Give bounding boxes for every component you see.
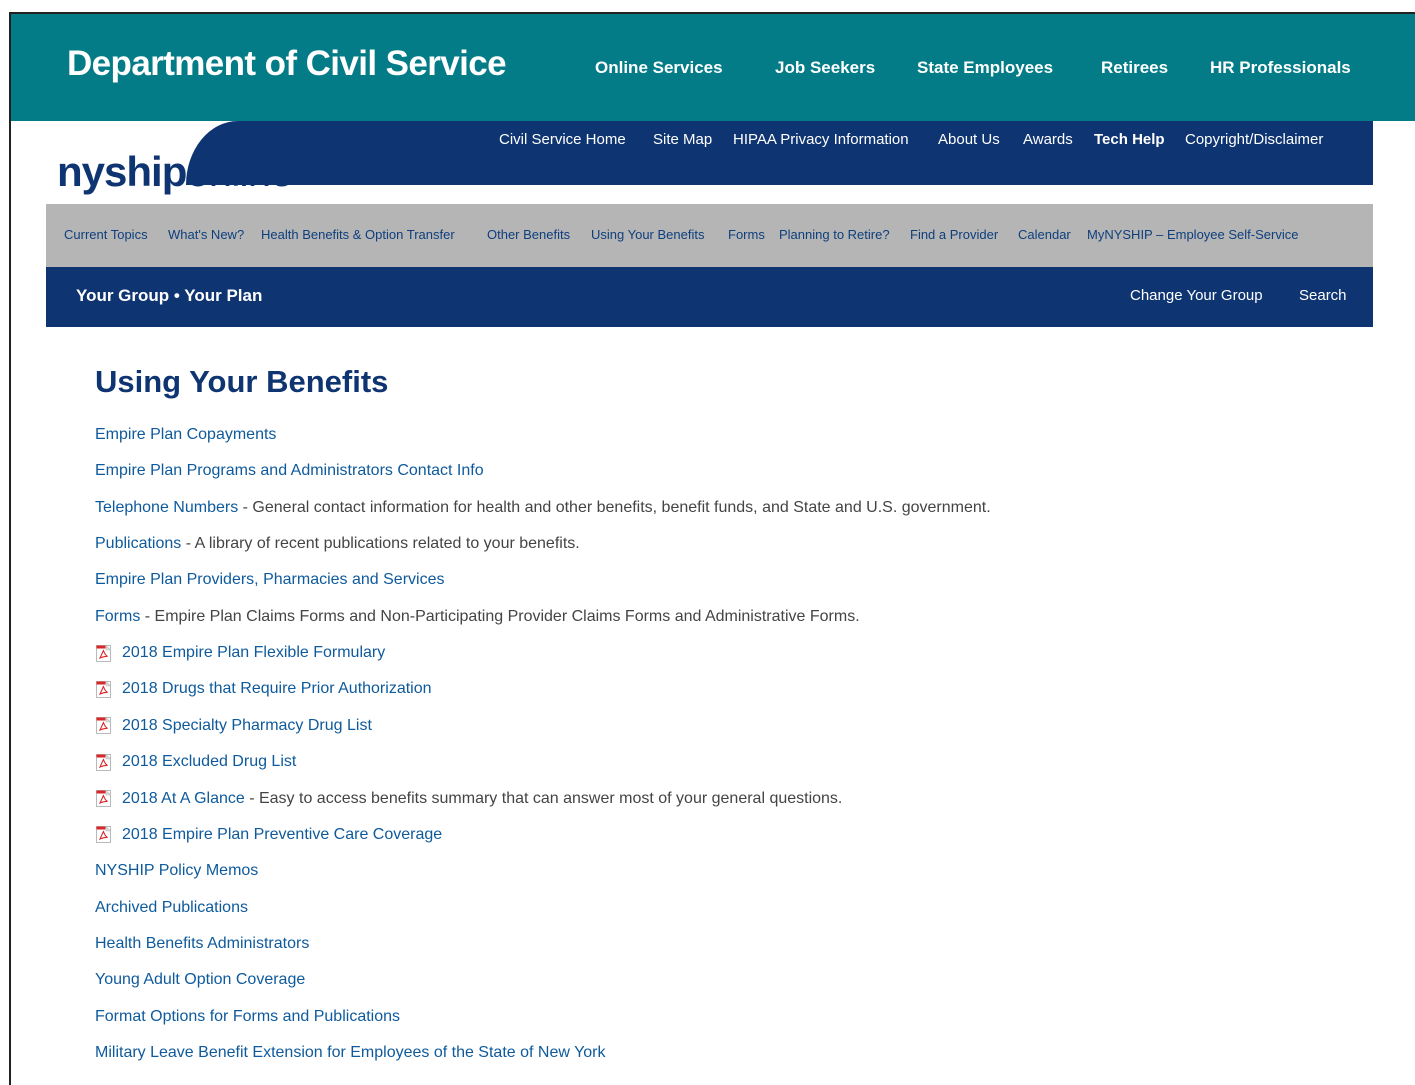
nav-retirees[interactable]: Retirees: [1101, 58, 1168, 78]
benefit-link[interactable]: 2018 Drugs that Require Prior Authorizat…: [122, 680, 432, 698]
list-item: 2018 Empire Plan Preventive Care Coverag…: [95, 826, 442, 844]
util-awards[interactable]: Awards: [1023, 131, 1073, 148]
subnav-health-benefits-option-transfer[interactable]: Health Benefits & Option Transfer: [261, 227, 455, 242]
benefit-link[interactable]: 2018 At A Glance: [122, 790, 245, 808]
nav-job-seekers[interactable]: Job Seekers: [775, 58, 875, 78]
list-item: Format Options for Forms and Publication…: [95, 1008, 400, 1026]
benefit-link[interactable]: 2018 Specialty Pharmacy Drug List: [122, 717, 372, 735]
top-header: Department of Civil Service Online Servi…: [11, 14, 1415, 121]
subnav-using-your-benefits[interactable]: Using Your Benefits: [591, 227, 704, 242]
list-item: Empire Plan Programs and Administrators …: [95, 462, 484, 480]
list-item: Telephone Numbers - General contact info…: [95, 499, 991, 517]
list-item: 2018 Specialty Pharmacy Drug List: [95, 717, 372, 735]
list-item: Publications - A library of recent publi…: [95, 535, 580, 553]
subnav-current-topics[interactable]: Current Topics: [64, 227, 148, 242]
link-description: - Easy to access benefits summary that c…: [244, 789, 843, 807]
change-group-link[interactable]: Change Your Group: [1130, 287, 1263, 304]
benefit-link[interactable]: 2018 Empire Plan Flexible Formulary: [122, 644, 385, 662]
pdf-file-icon: [95, 680, 112, 698]
subnav-other-benefits[interactable]: Other Benefits: [487, 227, 570, 242]
benefit-link[interactable]: Military Leave Benefit Extension for Emp…: [95, 1044, 606, 1062]
list-item: Forms - Empire Plan Claims Forms and Non…: [95, 608, 860, 626]
logo-part-online: online: [186, 148, 293, 195]
benefit-link[interactable]: Empire Plan Programs and Administrators …: [95, 462, 484, 480]
list-item: 2018 Empire Plan Flexible Formulary: [95, 644, 385, 662]
benefit-link[interactable]: 2018 Empire Plan Preventive Care Coverag…: [122, 826, 442, 844]
subnav-find-a-provider[interactable]: Find a Provider: [910, 227, 998, 242]
util-civil-service-home[interactable]: Civil Service Home: [499, 131, 626, 148]
util-site-map[interactable]: Site Map: [653, 131, 712, 148]
pdf-file-icon: [95, 644, 112, 662]
list-item: Health Benefits Administrators: [95, 935, 309, 953]
benefit-link[interactable]: Publications: [95, 535, 181, 553]
nav-state-employees[interactable]: State Employees: [917, 58, 1053, 78]
subnav-whats-new[interactable]: What's New?: [168, 227, 244, 242]
link-description: - A library of recent publications relat…: [181, 535, 580, 553]
secondary-nav: Current Topics What's New? Health Benefi…: [46, 204, 1373, 267]
department-title[interactable]: Department of Civil Service: [67, 44, 507, 84]
benefit-link[interactable]: Format Options for Forms and Publication…: [95, 1008, 400, 1026]
nav-hr-professionals[interactable]: HR Professionals: [1210, 58, 1351, 78]
list-item: 2018 Drugs that Require Prior Authorizat…: [95, 680, 432, 698]
benefit-link[interactable]: 2018 Excluded Drug List: [122, 753, 296, 771]
group-plan-label: Your Group • Your Plan: [76, 286, 263, 305]
pdf-file-icon: [95, 790, 112, 807]
list-item: Young Adult Option Coverage: [95, 971, 305, 989]
util-copyright-disclaimer[interactable]: Copyright/Disclaimer: [1185, 131, 1323, 148]
browser-page: Department of Civil Service Online Servi…: [9, 12, 1415, 1085]
pdf-file-icon: [95, 717, 112, 735]
subnav-forms[interactable]: Forms: [728, 227, 765, 242]
benefit-link[interactable]: Archived Publications: [95, 899, 248, 917]
logo-part-nyship: nyship: [57, 148, 187, 195]
subnav-calendar[interactable]: Calendar: [1018, 227, 1071, 242]
nav-online-services[interactable]: Online Services: [595, 58, 723, 78]
benefit-link[interactable]: NYSHIP Policy Memos: [95, 862, 258, 880]
subnav-mynyship-self-service[interactable]: MyNYSHIP – Employee Self-Service: [1087, 227, 1298, 242]
list-item: Empire Plan Providers, Pharmacies and Se…: [95, 571, 444, 589]
group-plan-bar: Your Group • Your Plan Change Your Group…: [46, 267, 1373, 327]
page-title: Using Your Benefits: [95, 364, 389, 399]
list-item: 2018 At A Glance - Easy to access benefi…: [95, 790, 842, 808]
link-description: - General contact information for health…: [238, 498, 991, 516]
list-item: Military Leave Benefit Extension for Emp…: [95, 1044, 606, 1062]
link-description: - Empire Plan Claims Forms and Non-Parti…: [140, 607, 860, 625]
list-item: Archived Publications: [95, 899, 248, 917]
pdf-file-icon: [95, 826, 112, 844]
list-item: 2018 Excluded Drug List: [95, 753, 296, 771]
search-link[interactable]: Search: [1299, 287, 1347, 304]
benefit-link[interactable]: Empire Plan Providers, Pharmacies and Se…: [95, 571, 444, 589]
benefit-link[interactable]: Health Benefits Administrators: [95, 935, 309, 953]
benefit-link[interactable]: Young Adult Option Coverage: [95, 971, 305, 989]
nyship-online-logo[interactable]: nyshiponline: [57, 148, 293, 196]
util-about-us[interactable]: About Us: [938, 131, 1000, 148]
util-tech-help[interactable]: Tech Help: [1094, 131, 1165, 148]
util-hipaa-privacy[interactable]: HIPAA Privacy Information: [733, 131, 909, 148]
subnav-planning-to-retire[interactable]: Planning to Retire?: [779, 227, 890, 242]
list-item: Empire Plan Copayments: [95, 426, 276, 444]
list-item: NYSHIP Policy Memos: [95, 862, 258, 880]
pdf-file-icon: [95, 753, 112, 771]
benefit-link[interactable]: Forms: [95, 608, 140, 626]
benefit-link[interactable]: Empire Plan Copayments: [95, 426, 276, 444]
benefit-link[interactable]: Telephone Numbers: [95, 499, 238, 517]
